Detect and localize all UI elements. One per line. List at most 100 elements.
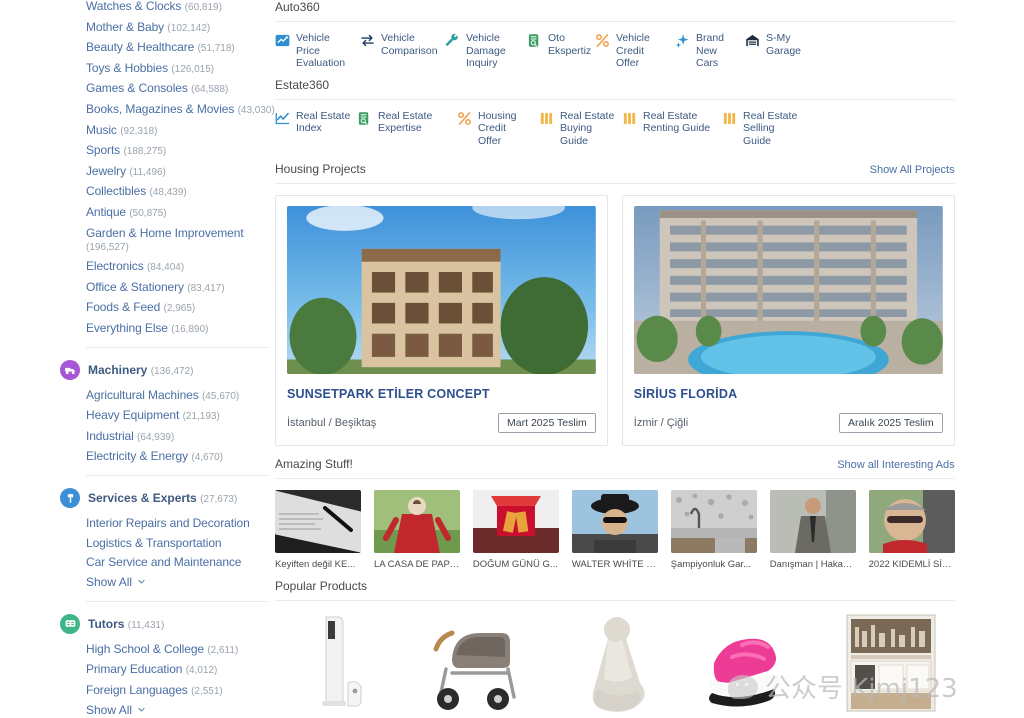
quick-link[interactable]: Real Estate Selling Guide <box>722 110 802 148</box>
category-link[interactable]: Watches & Clocks <box>86 0 181 13</box>
group-item-link[interactable]: Car Service and Maintenance <box>86 555 241 569</box>
popular-product-item[interactable] <box>275 612 403 717</box>
chart-square-icon <box>275 33 290 52</box>
category-link[interactable]: Collectibles <box>86 184 146 198</box>
category-link[interactable]: Foods & Feed <box>86 300 160 314</box>
amazing-stuff-item[interactable]: LA CASA DE PAPE... <box>373 489 460 570</box>
book-icon <box>622 111 637 130</box>
amazing-stuff-caption: Danışman | Hakan... <box>769 558 856 570</box>
quick-link[interactable]: Vehicle Credit Offer <box>595 32 675 70</box>
garage-icon <box>745 33 760 52</box>
popular-product-item[interactable] <box>688 612 817 717</box>
quick-link[interactable]: Real Estate Index <box>275 110 357 135</box>
group-item-link[interactable]: Interior Repairs and Decoration <box>86 516 250 530</box>
amazing-stuff-item[interactable]: WALTER WHİTE M... <box>571 489 658 570</box>
show-all-projects-link[interactable]: Show All Projects <box>870 164 955 176</box>
amazing-stuff-caption: DOĞUM GÜNÜ G... <box>472 558 558 570</box>
category-link[interactable]: Games & Consoles <box>86 81 188 95</box>
group-header[interactable]: Tutors (11,431) <box>60 613 275 634</box>
category-count: (92,318) <box>120 125 158 137</box>
group-item-link[interactable]: Foreign Languages <box>86 683 188 697</box>
group-item-link[interactable]: Heavy Equipment <box>86 408 179 422</box>
quick-link[interactable]: Vehicle Damage Inquiry <box>445 32 527 70</box>
quick-link[interactable]: Real Estate Expertise <box>357 110 457 135</box>
man-sunglasses-car-photo <box>868 489 955 553</box>
category-count: (11,496) <box>129 166 166 178</box>
auto360-section: Auto360 Vehicle Price Evaluation Vehicle … <box>275 0 955 74</box>
project-location: İzmir / Çiğli <box>633 416 689 429</box>
group-item: Electricity & Energy (4,670) <box>86 450 275 464</box>
quick-link[interactable]: Oto Ekspertiz <box>527 32 595 57</box>
category-item: Electronics (84,404) <box>86 260 275 274</box>
chevron-down-icon <box>137 577 146 590</box>
project-footer: İzmir / Çiğli Aralık 2025 Teslim <box>633 412 943 433</box>
group-item-link[interactable]: Industrial <box>86 429 134 443</box>
quick-link[interactable]: Real Estate Buying Guide <box>539 110 622 148</box>
group-item-link[interactable]: Logistics & Transportation <box>86 536 222 550</box>
category-item: Foods & Feed (2,965) <box>86 301 275 315</box>
quick-link[interactable]: Brand New Cars <box>675 32 745 70</box>
category-link[interactable]: Toys & Hobbies <box>86 61 168 75</box>
group-header[interactable]: Services & Experts (27,673) <box>60 488 275 509</box>
project-delivery-badge: Mart 2025 Teslim <box>498 412 596 433</box>
category-link[interactable]: Everything Else <box>86 321 168 335</box>
project-name: SİRİUS FLORİDA <box>633 386 738 401</box>
group-item-count: (4,012) <box>185 665 218 677</box>
group-items: Interior Repairs and Decoration Logistics… <box>60 517 275 590</box>
show-all-link[interactable]: Show All <box>86 703 132 717</box>
housing-projects-title: Housing Projects <box>275 161 366 176</box>
quick-link[interactable]: Housing Credit Offer <box>457 110 539 148</box>
quick-link-label: Vehicle Credit Offer <box>616 32 650 70</box>
category-count: (188,275) <box>123 146 167 158</box>
category-link[interactable]: Antique <box>86 205 126 219</box>
show-all-link[interactable]: Show All <box>86 575 132 589</box>
amazing-stuff-item[interactable]: 2022 KIDEMLİ SİLİ... <box>868 489 955 570</box>
category-link[interactable]: Books, Magazines & Movies <box>86 102 234 116</box>
popular-product-item[interactable] <box>412 612 541 717</box>
document-search-icon <box>357 111 372 130</box>
category-link[interactable]: Mother & Baby <box>86 20 164 34</box>
category-count: (48,439) <box>149 187 187 199</box>
estate360-section: Estate360 Real Estate Index Real Estate E… <box>275 78 955 152</box>
category-link[interactable]: Garden & Home Improvement <box>86 226 244 240</box>
popular-product-item[interactable] <box>826 612 955 717</box>
category-item: Sports (188,275) <box>86 144 275 158</box>
amazing-stuff-item[interactable]: Keyiften değil KE... <box>275 489 361 570</box>
quick-link-label: Oto Ekspertiz <box>548 32 592 57</box>
housing-project-card[interactable]: SİRİUS FLORİDA İzmir / Çiğli Aralık 2025 T… <box>621 194 955 446</box>
category-link[interactable]: Music <box>86 123 117 137</box>
group-item-count: (4,670) <box>191 452 224 464</box>
group-item-link[interactable]: High School & College <box>86 642 204 656</box>
services-icon <box>60 488 80 509</box>
category-link[interactable]: Jewelry <box>86 164 126 178</box>
amazing-stuff-item[interactable]: DOĞUM GÜNÜ G... <box>472 489 559 570</box>
group-header[interactable]: Machinery (136,472) <box>60 359 275 380</box>
amazing-stuff-item[interactable]: Danışman | Hakan... <box>769 489 856 570</box>
housing-project-card[interactable]: SUNSETPARK ETİLER CONCEPT İstanbul / Beşi… <box>275 194 608 446</box>
auto360-header: Auto360 <box>275 0 955 22</box>
popular-product-item[interactable] <box>550 612 679 717</box>
category-link[interactable]: Electronics <box>86 259 144 273</box>
quick-link[interactable]: Vehicle Comparison <box>360 32 445 57</box>
category-link[interactable]: Office & Stationery <box>86 280 184 294</box>
quick-link[interactable]: S-My Garage <box>745 32 815 57</box>
quick-link[interactable]: Vehicle Price Evaluation <box>275 32 360 70</box>
group-item-count: (21,193) <box>182 411 220 423</box>
handwriting-pen-photo <box>275 489 361 553</box>
group-item-link[interactable]: Agricultural Machines <box>86 388 199 402</box>
quick-link-label: Real Estate Buying Guide <box>560 109 615 147</box>
housing-projects-header: Housing Projects Show All Projects <box>275 162 955 184</box>
project-name: SUNSETPARK ETİLER CONCEPT <box>287 386 490 401</box>
quick-link[interactable]: Real Estate Renting Guide <box>622 110 722 135</box>
category-link[interactable]: Sports <box>86 143 120 157</box>
group-item-link[interactable]: Primary Education <box>86 662 182 676</box>
show-all-interesting-ads-link[interactable]: Show all Interesting Ads <box>837 459 954 471</box>
category-count: (43,030) <box>237 104 275 116</box>
popular-products-header: Popular Products <box>275 579 955 601</box>
category-count: (102,142) <box>167 22 211 34</box>
category-link[interactable]: Beauty & Healthcare <box>86 40 194 54</box>
group-count: (27,673) <box>200 494 238 506</box>
group-item-link[interactable]: Electricity & Energy <box>86 449 188 463</box>
category-item: Office & Stationery (83,417) <box>86 280 275 295</box>
amazing-stuff-item[interactable]: Şampiyonluk Gar... <box>670 489 757 570</box>
